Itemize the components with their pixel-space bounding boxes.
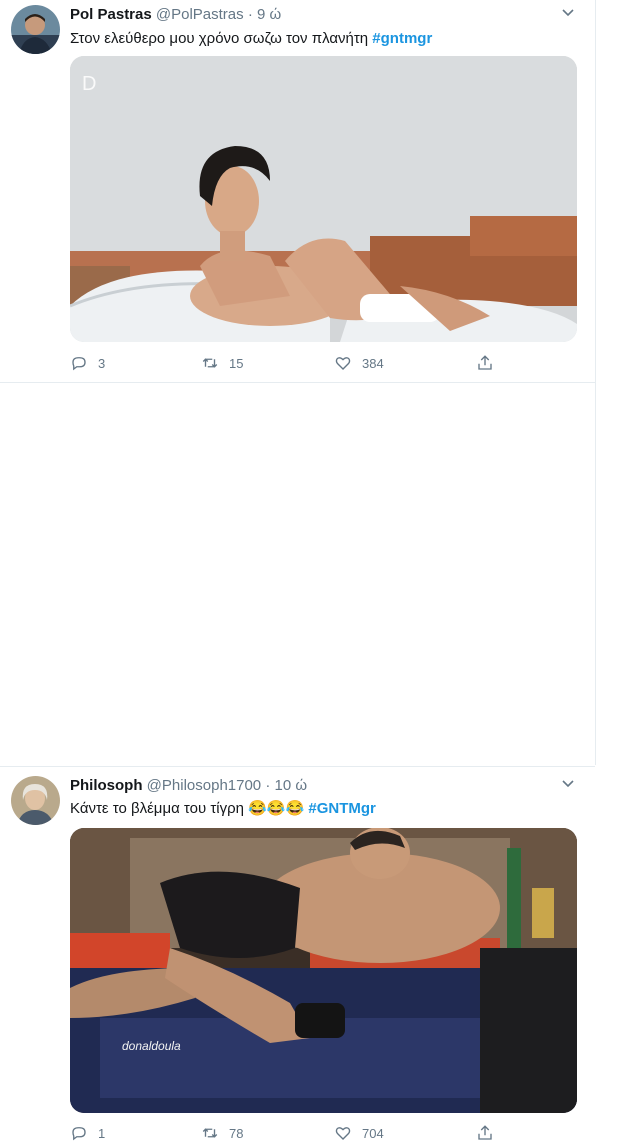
like-count: 384: [362, 355, 384, 371]
display-name[interactable]: Pol Pastras: [70, 6, 152, 23]
heart-icon: [335, 1127, 351, 1140]
chevron-down-icon[interactable]: [561, 777, 575, 791]
timestamp[interactable]: 10 ώ: [275, 777, 308, 794]
retweet-button[interactable]: 78: [201, 1123, 243, 1143]
chevron-down-icon[interactable]: [561, 6, 575, 20]
share-icon: [478, 355, 492, 370]
reply-count: 3: [98, 355, 106, 371]
tweet-actions: 1 78 704: [70, 1123, 510, 1143]
hashtag-link[interactable]: #gntmgr: [372, 30, 432, 47]
share-button[interactable]: [476, 1123, 504, 1143]
reply-icon: [72, 357, 86, 371]
reply-count: 1: [98, 1125, 106, 1141]
user-handle[interactable]: @PolPastras: [156, 6, 244, 23]
separator: ·: [265, 777, 271, 794]
reply-button[interactable]: 3: [70, 353, 105, 373]
tweet[interactable]: Philosoph @Philosoph1700 · 10 ώ Κάντε το…: [0, 383, 595, 1141]
reply-icon: [72, 1127, 86, 1141]
user-handle[interactable]: @Philosoph1700: [147, 777, 261, 794]
tweet-text: Στον ελεύθερο μου χρόνο σωζω τον πλανήτη…: [70, 30, 432, 47]
retweet-button[interactable]: 15: [201, 353, 243, 373]
retweet-count: 15: [229, 355, 244, 371]
share-button[interactable]: [476, 353, 504, 373]
tweet-header: Pol Pastras @PolPastras · 9 ώ: [70, 6, 281, 23]
retweet-icon: [202, 1128, 218, 1138]
reply-button[interactable]: 1: [70, 1123, 105, 1143]
display-name[interactable]: Philosoph: [70, 777, 143, 794]
separator: ·: [247, 6, 253, 23]
hashtag-link[interactable]: #GNTMgr: [308, 800, 376, 817]
timeline: Pol Pastras @PolPastras · 9 ώ Στον ελεύθ…: [0, 0, 596, 1141]
tweet-media[interactable]: D: [70, 56, 577, 342]
tweet-media[interactable]: donaldoula: [70, 828, 577, 1113]
retweet-icon: [202, 358, 218, 368]
avatar[interactable]: [11, 5, 60, 54]
media-badge: D: [82, 73, 96, 95]
retweet-count: 78: [229, 1125, 244, 1141]
tweet[interactable]: Pol Pastras @PolPastras · 9 ώ Στον ελεύθ…: [0, 0, 595, 383]
like-button[interactable]: 384: [334, 353, 384, 373]
timestamp[interactable]: 9 ώ: [257, 6, 281, 23]
heart-icon: [335, 357, 351, 370]
media-watermark: donaldoula: [122, 1039, 181, 1053]
like-button[interactable]: 704: [334, 1123, 384, 1143]
tweet-actions: 3 15 384: [70, 353, 510, 373]
share-icon: [478, 1125, 492, 1140]
tweet-body: Κάντε το βλέμμα του τίγρη 😂😂😂: [70, 800, 305, 817]
tweet-text: Κάντε το βλέμμα του τίγρη 😂😂😂 #GNTMgr: [70, 799, 376, 817]
avatar[interactable]: [11, 776, 60, 825]
like-count: 704: [362, 1125, 384, 1141]
tweet-header: Philosoph @Philosoph1700 · 10 ώ: [70, 777, 307, 794]
tweet-body: Στον ελεύθερο μου χρόνο σωζω τον πλανήτη: [70, 30, 369, 47]
